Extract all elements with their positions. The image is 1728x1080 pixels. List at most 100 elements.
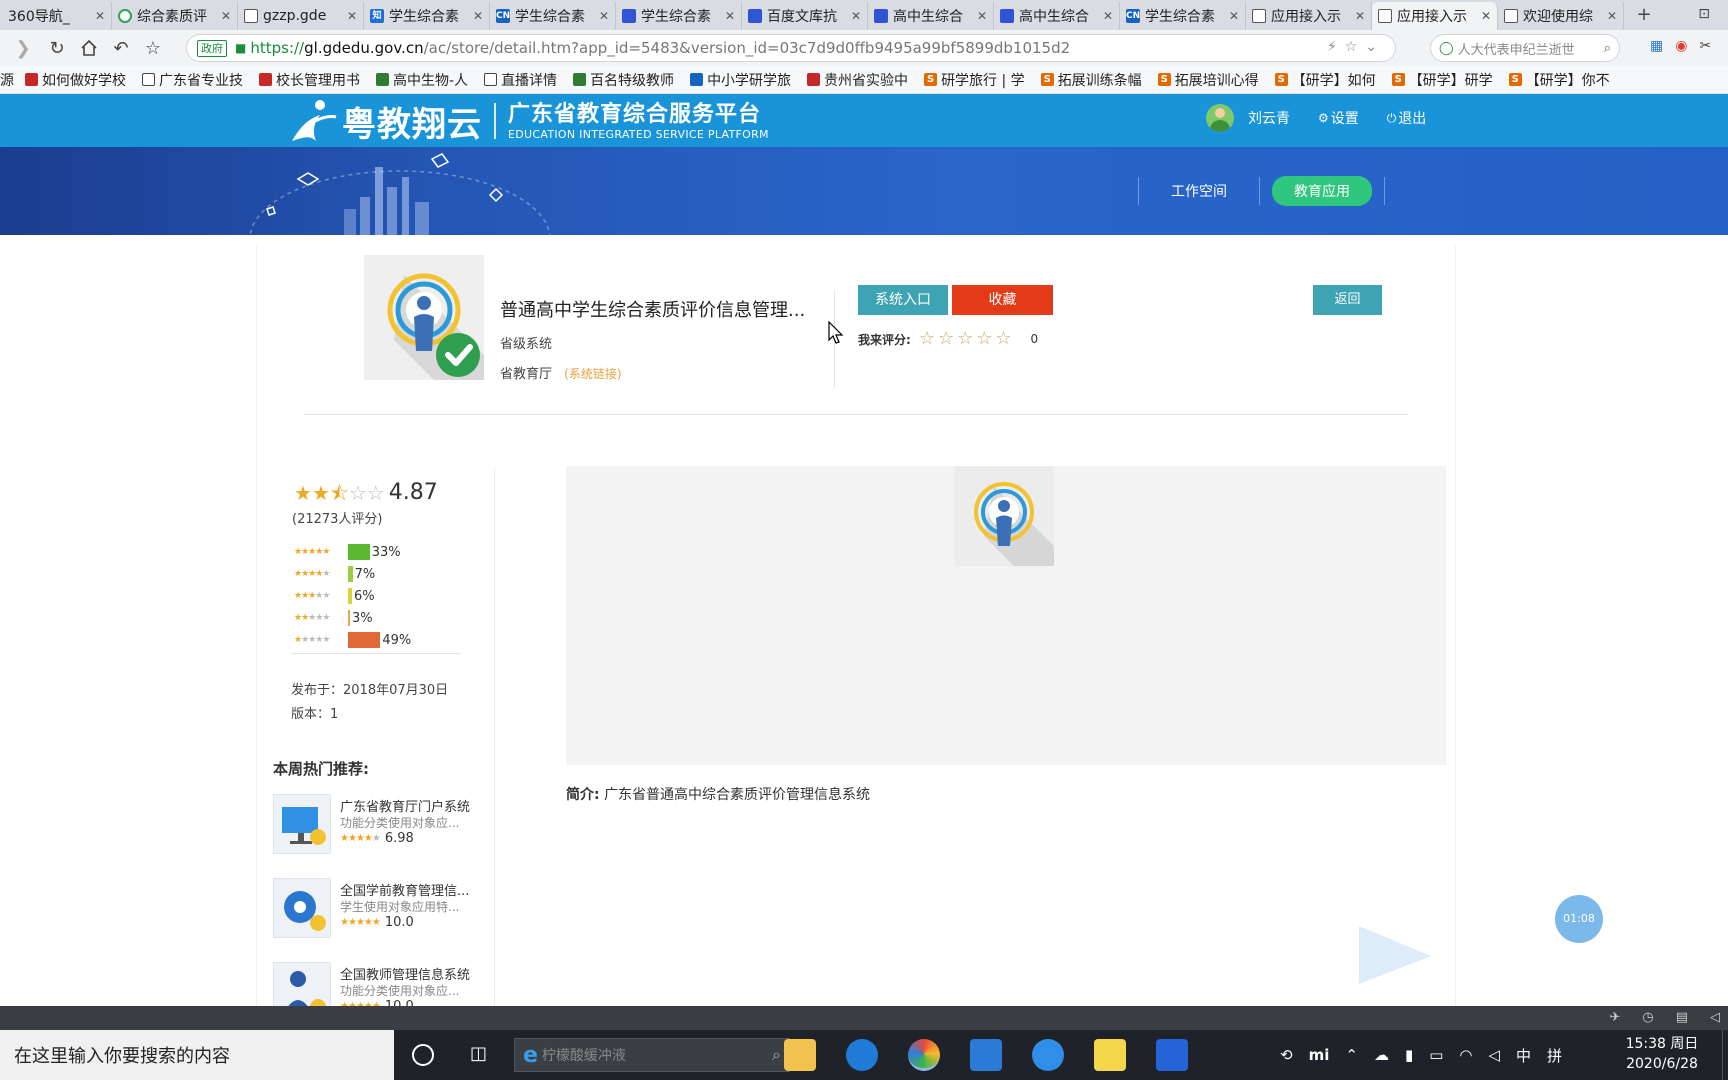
logout-link[interactable]: ⏻ 退出: [1387, 108, 1427, 128]
bookmark-item[interactable]: 中小学研学旅: [683, 70, 800, 90]
clock-icon[interactable]: ◷: [1642, 1010, 1653, 1025]
taskbar-search-box[interactable]: 在这里输入你要搜索的内容: [0, 1030, 394, 1080]
wps-icon[interactable]: [1156, 1039, 1188, 1071]
bookmark-item[interactable]: S 【研学】研学: [1385, 70, 1502, 90]
bookmark-overflow[interactable]: 源: [0, 70, 18, 90]
close-icon[interactable]: ✕: [1481, 9, 1491, 23]
browser-tab[interactable]: CN 学生综合素 ✕: [490, 2, 616, 30]
close-icon[interactable]: ✕: [977, 9, 987, 23]
taskbar-clock[interactable]: 15:38 周日 2020/6/28: [1622, 1034, 1702, 1074]
address-bar[interactable]: 政府 ■ https:// gl.gdedu.gov.cn /ac/store/…: [186, 34, 1396, 62]
bookmark-star-icon[interactable]: ☆: [136, 33, 170, 63]
ime-mode[interactable]: 拼: [1547, 1045, 1562, 1066]
home-icon[interactable]: [72, 33, 106, 63]
site-logo[interactable]: 粤教翔云 广东省教育综合服务平台 EDUCATION INTEGRATED SE…: [286, 97, 769, 145]
rate-star-3-icon[interactable]: ☆: [957, 330, 973, 348]
wifi-icon[interactable]: ◠: [1459, 1046, 1472, 1064]
sync-icon[interactable]: ⟲: [1280, 1046, 1293, 1064]
tab-list-icon[interactable]: ⊡: [1698, 6, 1710, 22]
hot-recommend-item[interactable]: 全国学前教育管理信... 学生使用对象应用特... ★★★★★ 10.0: [273, 878, 488, 940]
browser-search-box[interactable]: ◯ 人大代表申纪兰逝世 ⌕: [1430, 34, 1620, 62]
rocket-icon[interactable]: ✈: [1609, 1010, 1620, 1025]
game-icon[interactable]: ◉: [1675, 38, 1687, 54]
close-icon[interactable]: ✕: [599, 9, 609, 23]
user-name[interactable]: 刘云青: [1248, 108, 1290, 128]
chevron-up-icon[interactable]: ⌃: [1345, 1046, 1358, 1064]
bookmark-item[interactable]: S 拓展训练条幅: [1034, 70, 1151, 90]
trash-icon[interactable]: ▤: [1676, 1010, 1688, 1025]
browser-tab[interactable]: 高中生综合 ✕: [868, 2, 994, 30]
ime-lang[interactable]: 中: [1516, 1045, 1531, 1066]
browser-tab[interactable]: 应用接入示 ✕: [1246, 2, 1372, 30]
browser-tab[interactable]: 综合素质评 ✕: [112, 2, 238, 30]
close-icon[interactable]: ✕: [1355, 9, 1365, 23]
settings-link[interactable]: ⚙ 设置: [1318, 108, 1359, 128]
browser-tab[interactable]: 应用接入示 ✕: [1372, 2, 1498, 30]
show-desktop-button[interactable]: [1722, 1030, 1728, 1080]
close-icon[interactable]: ✕: [347, 9, 357, 23]
feishu-icon[interactable]: [1032, 1039, 1064, 1071]
bookmark-item[interactable]: 贵州省实验中: [800, 70, 917, 90]
bookmark-item[interactable]: 百名特级教师: [566, 70, 683, 90]
back-button[interactable]: 返回: [1313, 285, 1382, 315]
rate-star-1-icon[interactable]: ☆: [919, 330, 935, 348]
new-tab-button[interactable]: +: [1624, 2, 1664, 30]
battery-icon[interactable]: ▭: [1429, 1046, 1443, 1064]
bookmark-item[interactable]: 如何做好学校: [18, 70, 135, 90]
close-icon[interactable]: ✕: [473, 9, 483, 23]
rate-star-5-icon[interactable]: ☆: [995, 330, 1011, 348]
browser-tab[interactable]: gzzp.gde ✕: [238, 2, 364, 30]
close-icon[interactable]: ✕: [725, 9, 735, 23]
hot-recommend-item[interactable]: 广东省教育厅门户系统 功能分类使用对象应... ★★★★★ 6.98: [273, 794, 488, 856]
edge-icon[interactable]: [846, 1039, 878, 1071]
360-browser-icon[interactable]: [908, 1039, 940, 1071]
nav-tab[interactable]: 工作空间: [1139, 181, 1259, 201]
browser-tab[interactable]: 知学生综合素 ✕: [364, 2, 490, 30]
favorite-button[interactable]: 收藏: [952, 285, 1053, 315]
avatar[interactable]: [1206, 104, 1234, 132]
rate-star-4-icon[interactable]: ☆: [976, 330, 992, 348]
apps-grid-icon[interactable]: ▦: [1650, 38, 1663, 54]
browser-tab[interactable]: 欢迎使用综 ✕: [1498, 2, 1624, 30]
browser-tab[interactable]: 360导航_ ✕: [2, 2, 112, 30]
close-icon[interactable]: ✕: [851, 9, 861, 23]
bookmark-item[interactable]: 校长管理用书: [252, 70, 369, 90]
cloud-icon[interactable]: ☁: [1374, 1046, 1389, 1064]
close-icon[interactable]: ✕: [1103, 9, 1113, 23]
browser-tab[interactable]: 高中生综合 ✕: [994, 2, 1120, 30]
taskbar-ie-search[interactable]: e 柠檬酸缓冲液 ⌕: [514, 1038, 790, 1072]
cortana-icon[interactable]: [412, 1044, 434, 1066]
close-icon[interactable]: ✕: [221, 9, 231, 23]
system-entry-button[interactable]: 系统入口: [858, 285, 948, 315]
browser-tab[interactable]: CN 学生综合素 ✕: [1120, 2, 1246, 30]
close-icon[interactable]: ✕: [95, 9, 105, 23]
back-icon[interactable]: ❯: [6, 33, 40, 63]
scissors-icon[interactable]: ✂: [1699, 38, 1711, 54]
bookmark-item[interactable]: 高中生物-人: [369, 70, 477, 90]
mi-icon[interactable]: mi: [1309, 1046, 1330, 1064]
rate-star-2-icon[interactable]: ☆: [938, 330, 954, 348]
bookmark-item[interactable]: S 研学旅行 | 学: [917, 70, 1034, 90]
search-icon[interactable]: ⌕: [1604, 41, 1611, 56]
floating-timer-badge[interactable]: 01:08: [1555, 895, 1603, 943]
volume-icon[interactable]: ◁: [1488, 1046, 1500, 1064]
bookmark-item[interactable]: S 【研学】如何: [1268, 70, 1385, 90]
nav-tab[interactable]: 教育应用: [1272, 176, 1372, 206]
speaker-icon[interactable]: ◁: [1710, 1010, 1720, 1025]
store-icon[interactable]: [970, 1039, 1002, 1071]
task-view-icon[interactable]: ◫: [470, 1043, 494, 1067]
bookmark-item[interactable]: S 【研学】你不: [1502, 70, 1619, 90]
browser-tab[interactable]: 学生综合素 ✕: [616, 2, 742, 30]
qq-icon[interactable]: [1094, 1039, 1126, 1071]
bookmark-item[interactable]: 广东省专业技: [135, 70, 252, 90]
close-icon[interactable]: ✕: [1229, 9, 1239, 23]
ie-search-icon[interactable]: ⌕: [772, 1045, 781, 1065]
bookmark-item[interactable]: 直播详情: [477, 70, 566, 90]
file-explorer-icon[interactable]: [784, 1039, 816, 1071]
reload-icon[interactable]: ↻: [40, 33, 74, 63]
address-tools-icon[interactable]: ⚡☆⌄: [1327, 39, 1385, 55]
undo-icon[interactable]: ↶: [104, 33, 138, 63]
browser-tab[interactable]: 百度文库抗 ✕: [742, 2, 868, 30]
microphone-icon[interactable]: ▮: [1405, 1046, 1413, 1064]
bookmark-item[interactable]: S 拓展培训心得: [1151, 70, 1268, 90]
